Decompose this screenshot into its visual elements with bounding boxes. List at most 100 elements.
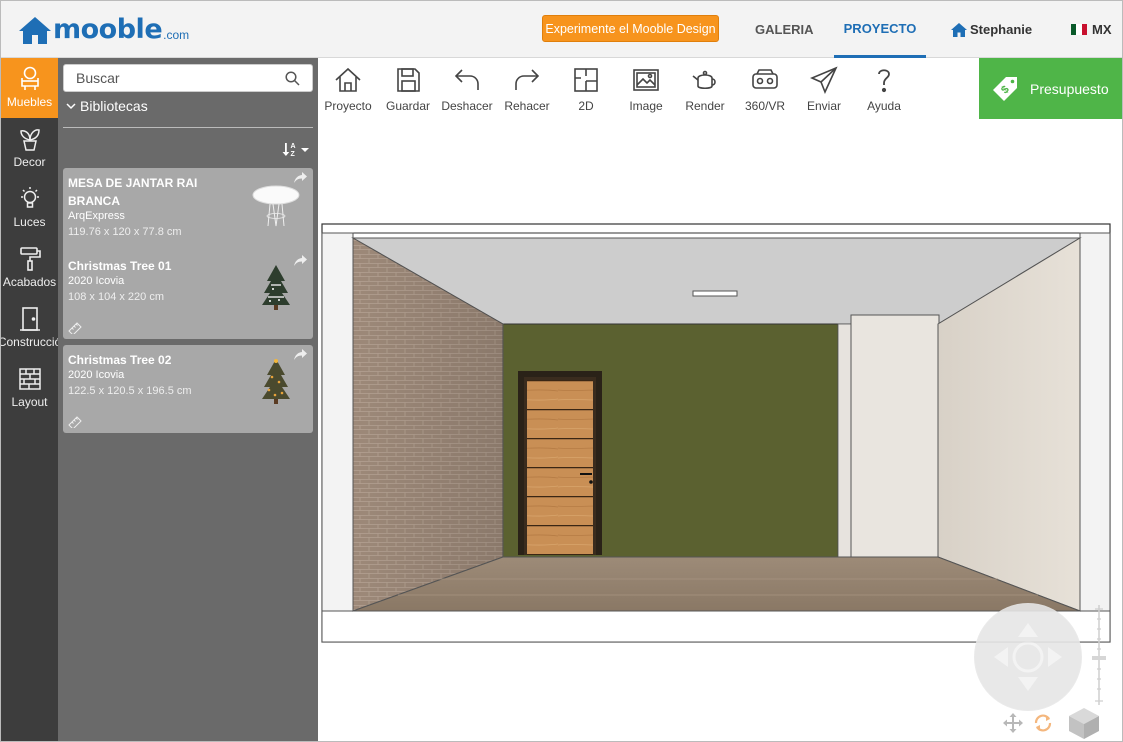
vr-headset-icon (752, 69, 778, 89)
tool-rehacer[interactable]: Rehacer (497, 66, 557, 113)
pan-move-icon[interactable] (1003, 713, 1023, 733)
library-item-card[interactable]: MESA DE JANTAR RAI BRANCA ArqExpress 119… (63, 168, 313, 256)
tool-label: Deshacer (441, 99, 493, 113)
chevron-down-icon (66, 103, 76, 110)
presupuesto-button[interactable]: $ Presupuesto (979, 58, 1122, 119)
ruler-icon[interactable] (68, 322, 82, 334)
main-toolbar: Proyecto Guardar Deshacer Rehacer 2D Ima… (318, 58, 979, 119)
tool-2d[interactable]: 2D (556, 66, 616, 113)
rail-label: Acabados (2, 275, 57, 289)
share-icon[interactable] (294, 255, 307, 267)
tool-label: 360/VR (744, 99, 786, 113)
help-icon (878, 69, 890, 93)
tool-enviar[interactable]: Enviar (794, 66, 854, 113)
item-dimensions: 119.76 x 120 x 77.8 cm (68, 226, 182, 238)
tool-label: Ayuda (867, 99, 901, 113)
tool-label: 2D (578, 99, 594, 113)
tool-360vr[interactable]: 360/VR (735, 66, 795, 113)
rotate-camera-icon[interactable] (1033, 713, 1053, 733)
item-brand: 2020 Icovia (68, 275, 125, 287)
item-brand: 2020 Icovia (68, 369, 125, 381)
tool-proyecto[interactable]: Proyecto (318, 66, 378, 113)
navigation-arrows-icon (975, 604, 1081, 710)
sort-az-icon[interactable]: A Z (282, 140, 310, 160)
christmas-tree-gold-thumbnail (262, 359, 290, 404)
country-code: MX (1092, 22, 1112, 37)
rail-item-luces[interactable]: Luces (1, 178, 58, 238)
ruler-icon[interactable] (68, 416, 82, 428)
rail-label: Luces (13, 215, 46, 229)
mexico-flag-icon (1071, 24, 1087, 35)
tool-label: Guardar (385, 99, 431, 113)
paint-roller-icon (19, 247, 41, 271)
price-tag-icon: $ (993, 76, 1017, 101)
tool-label: Image (629, 99, 663, 113)
undo-icon (454, 69, 479, 90)
library-item-card[interactable]: Christmas Tree 02 2020 Icovia 122.5 x 12… (63, 345, 313, 433)
brick-wall-icon (18, 368, 41, 390)
bibliotecas-label: Bibliotecas (80, 98, 148, 114)
mooble-logo[interactable]: mooble .com (18, 13, 189, 45)
camera-navigation-wheel[interactable] (974, 603, 1082, 711)
nav-proyecto[interactable]: PROYECTO (834, 1, 926, 58)
logo-text: mooble (53, 14, 163, 45)
tool-label: Rehacer (504, 99, 550, 113)
rail-item-layout[interactable]: Layout (1, 358, 58, 418)
rail-item-construccion[interactable]: Construcció (0, 298, 62, 358)
zoom-slider[interactable] (1092, 605, 1106, 705)
house-logo-icon (19, 17, 51, 44)
search-box (63, 64, 313, 92)
lightbulb-icon (20, 187, 39, 208)
armchair-icon (20, 66, 39, 90)
tool-ayuda[interactable]: Ayuda (854, 66, 914, 113)
door-icon (19, 307, 40, 331)
save-icon (397, 68, 420, 92)
tool-label: Enviar (806, 99, 841, 113)
svg-text:A: A (291, 143, 296, 150)
wall-column (850, 314, 940, 562)
top-bar: mooble .com Experimente el Mooble Design… (1, 1, 1122, 58)
rail-item-acabados[interactable]: Acabados (1, 238, 58, 298)
bibliotecas-toggle[interactable]: Bibliotecas (66, 98, 148, 114)
wooden-door (527, 380, 593, 555)
3d-viewport[interactable] (318, 119, 1122, 741)
plant-icon (19, 129, 40, 151)
search-input[interactable] (76, 70, 276, 86)
country-selector[interactable]: MX (1071, 1, 1112, 58)
nav-galeria[interactable]: GALERIA (755, 1, 814, 58)
item-brand: ArqExpress (68, 210, 125, 222)
svg-text:Z: Z (291, 151, 296, 158)
rail-item-decor[interactable]: Decor (1, 118, 58, 178)
share-icon[interactable] (294, 172, 307, 184)
teapot-icon (692, 70, 716, 90)
user-menu[interactable]: Stephanie (951, 1, 1032, 58)
tool-deshacer[interactable]: Deshacer (437, 66, 497, 113)
category-rail: Muebles Decor Luces Acabados Construcció (0, 58, 62, 741)
mooble-app: mooble .com Experimente el Mooble Design… (0, 0, 1123, 742)
view-cube-icon[interactable] (1067, 706, 1101, 740)
tool-render[interactable]: Render (675, 66, 735, 113)
item-name: Christmas Tree 02 (68, 353, 172, 367)
image-icon (633, 69, 659, 91)
rail-label: Construcció (0, 335, 62, 349)
rail-label: Muebles (6, 95, 53, 109)
home-icon (951, 22, 967, 37)
floor-plan-icon (574, 68, 598, 92)
zoom-handle[interactable] (1092, 656, 1106, 660)
rail-label: Decor (13, 155, 46, 169)
rail-item-muebles[interactable]: Muebles (1, 58, 58, 118)
item-dimensions: 108 x 104 x 220 cm (68, 291, 165, 303)
tool-guardar[interactable]: Guardar (378, 66, 438, 113)
panel-divider (63, 127, 313, 128)
christmas-tree-thumbnail (262, 265, 290, 310)
ceiling-light (692, 290, 738, 297)
tool-image[interactable]: Image (616, 66, 676, 113)
mooble-design-promo-button[interactable]: Experimente el Mooble Design (542, 15, 719, 42)
home-icon (335, 67, 361, 92)
library-item-card[interactable]: Christmas Tree 01 2020 Icovia 108 x 104 … (63, 251, 313, 339)
search-icon[interactable] (285, 71, 300, 86)
redo-icon (515, 69, 540, 90)
share-icon[interactable] (294, 349, 307, 361)
library-panel: Bibliotecas A Z MESA DE JANTAR RAI BRANC… (58, 58, 318, 741)
presupuesto-label: Presupuesto (1030, 80, 1109, 97)
